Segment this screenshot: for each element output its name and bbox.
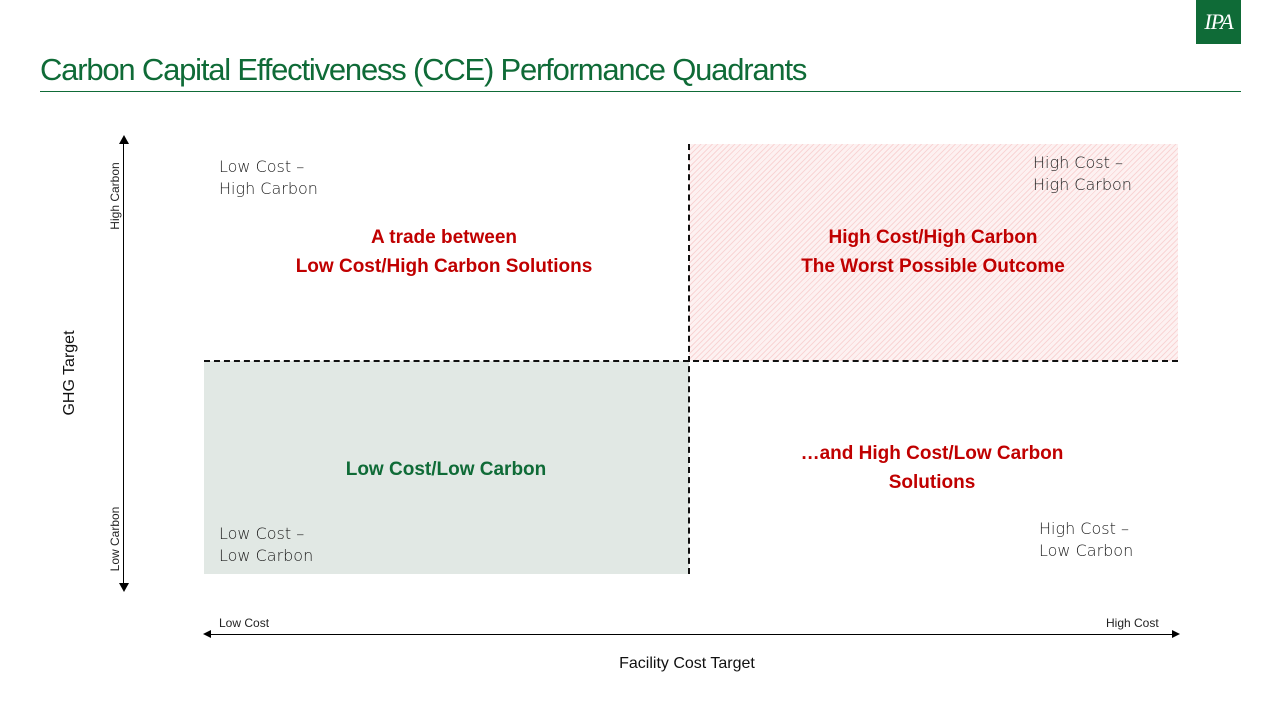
corner-label-high-cost-high-carbon: High Cost – High Carbon	[1033, 152, 1132, 196]
y-axis-line	[123, 140, 124, 586]
heading-line: …and High Cost/Low Carbon	[800, 443, 1064, 464]
quadrant-heading-top-left: A trade between Low Cost/High Carbon Sol…	[244, 223, 644, 281]
heading-line: High Cost/High Carbon	[828, 227, 1038, 248]
quadrant-heading-bottom-right: …and High Cost/Low Carbon Solutions	[732, 439, 1132, 497]
quadrant-heading-bottom-left: Low Cost/Low Carbon	[246, 455, 646, 484]
x-axis-line	[208, 634, 1174, 635]
vertical-quadrant-divider	[688, 144, 690, 574]
corner-label-line: High Cost –	[1033, 153, 1123, 172]
ipa-logo: IPA	[1196, 0, 1241, 44]
corner-label-low-cost-low-carbon: Low Cost – Low Carbon	[219, 523, 313, 567]
arrow-right-icon	[1172, 630, 1180, 638]
y-axis-bottom-label: Low Carbon	[108, 506, 122, 572]
corner-label-line: High Carbon	[219, 179, 318, 198]
arrow-down-icon	[119, 583, 129, 592]
corner-label-high-cost-low-carbon: High Cost – Low Carbon	[1039, 518, 1133, 562]
x-axis-left-label: Low Cost	[219, 616, 270, 630]
heading-line: Solutions	[888, 472, 976, 493]
x-axis-right-label: High Cost	[1106, 616, 1159, 630]
corner-label-line: Low Cost –	[219, 524, 305, 543]
corner-label-line: Low Carbon	[1039, 541, 1134, 560]
title-divider	[40, 91, 1241, 92]
arrow-up-icon	[119, 135, 129, 144]
quadrant-heading-top-right: High Cost/High Carbon The Worst Possible…	[733, 223, 1133, 281]
y-axis-title: GHG Target	[61, 330, 78, 416]
arrow-left-icon	[203, 630, 211, 638]
corner-label-line: High Cost –	[1039, 519, 1129, 538]
corner-label-line: Low Carbon	[219, 546, 314, 565]
corner-label-low-cost-high-carbon: Low Cost – High Carbon	[219, 156, 318, 200]
corner-label-line: High Carbon	[1033, 175, 1132, 194]
heading-line: The Worst Possible Outcome	[801, 256, 1065, 277]
y-axis-top-label: High Carbon	[108, 162, 122, 230]
heading-line: Low Cost/Low Carbon	[345, 459, 547, 480]
corner-label-line: Low Cost –	[219, 157, 305, 176]
heading-line: A trade between	[370, 227, 518, 248]
page-title: Carbon Capital Effectiveness (CCE) Perfo…	[40, 52, 807, 87]
horizontal-quadrant-divider	[204, 360, 1178, 362]
heading-line: Low Cost/High Carbon Solutions	[295, 256, 593, 277]
x-axis-title: Facility Cost Target	[619, 655, 755, 672]
